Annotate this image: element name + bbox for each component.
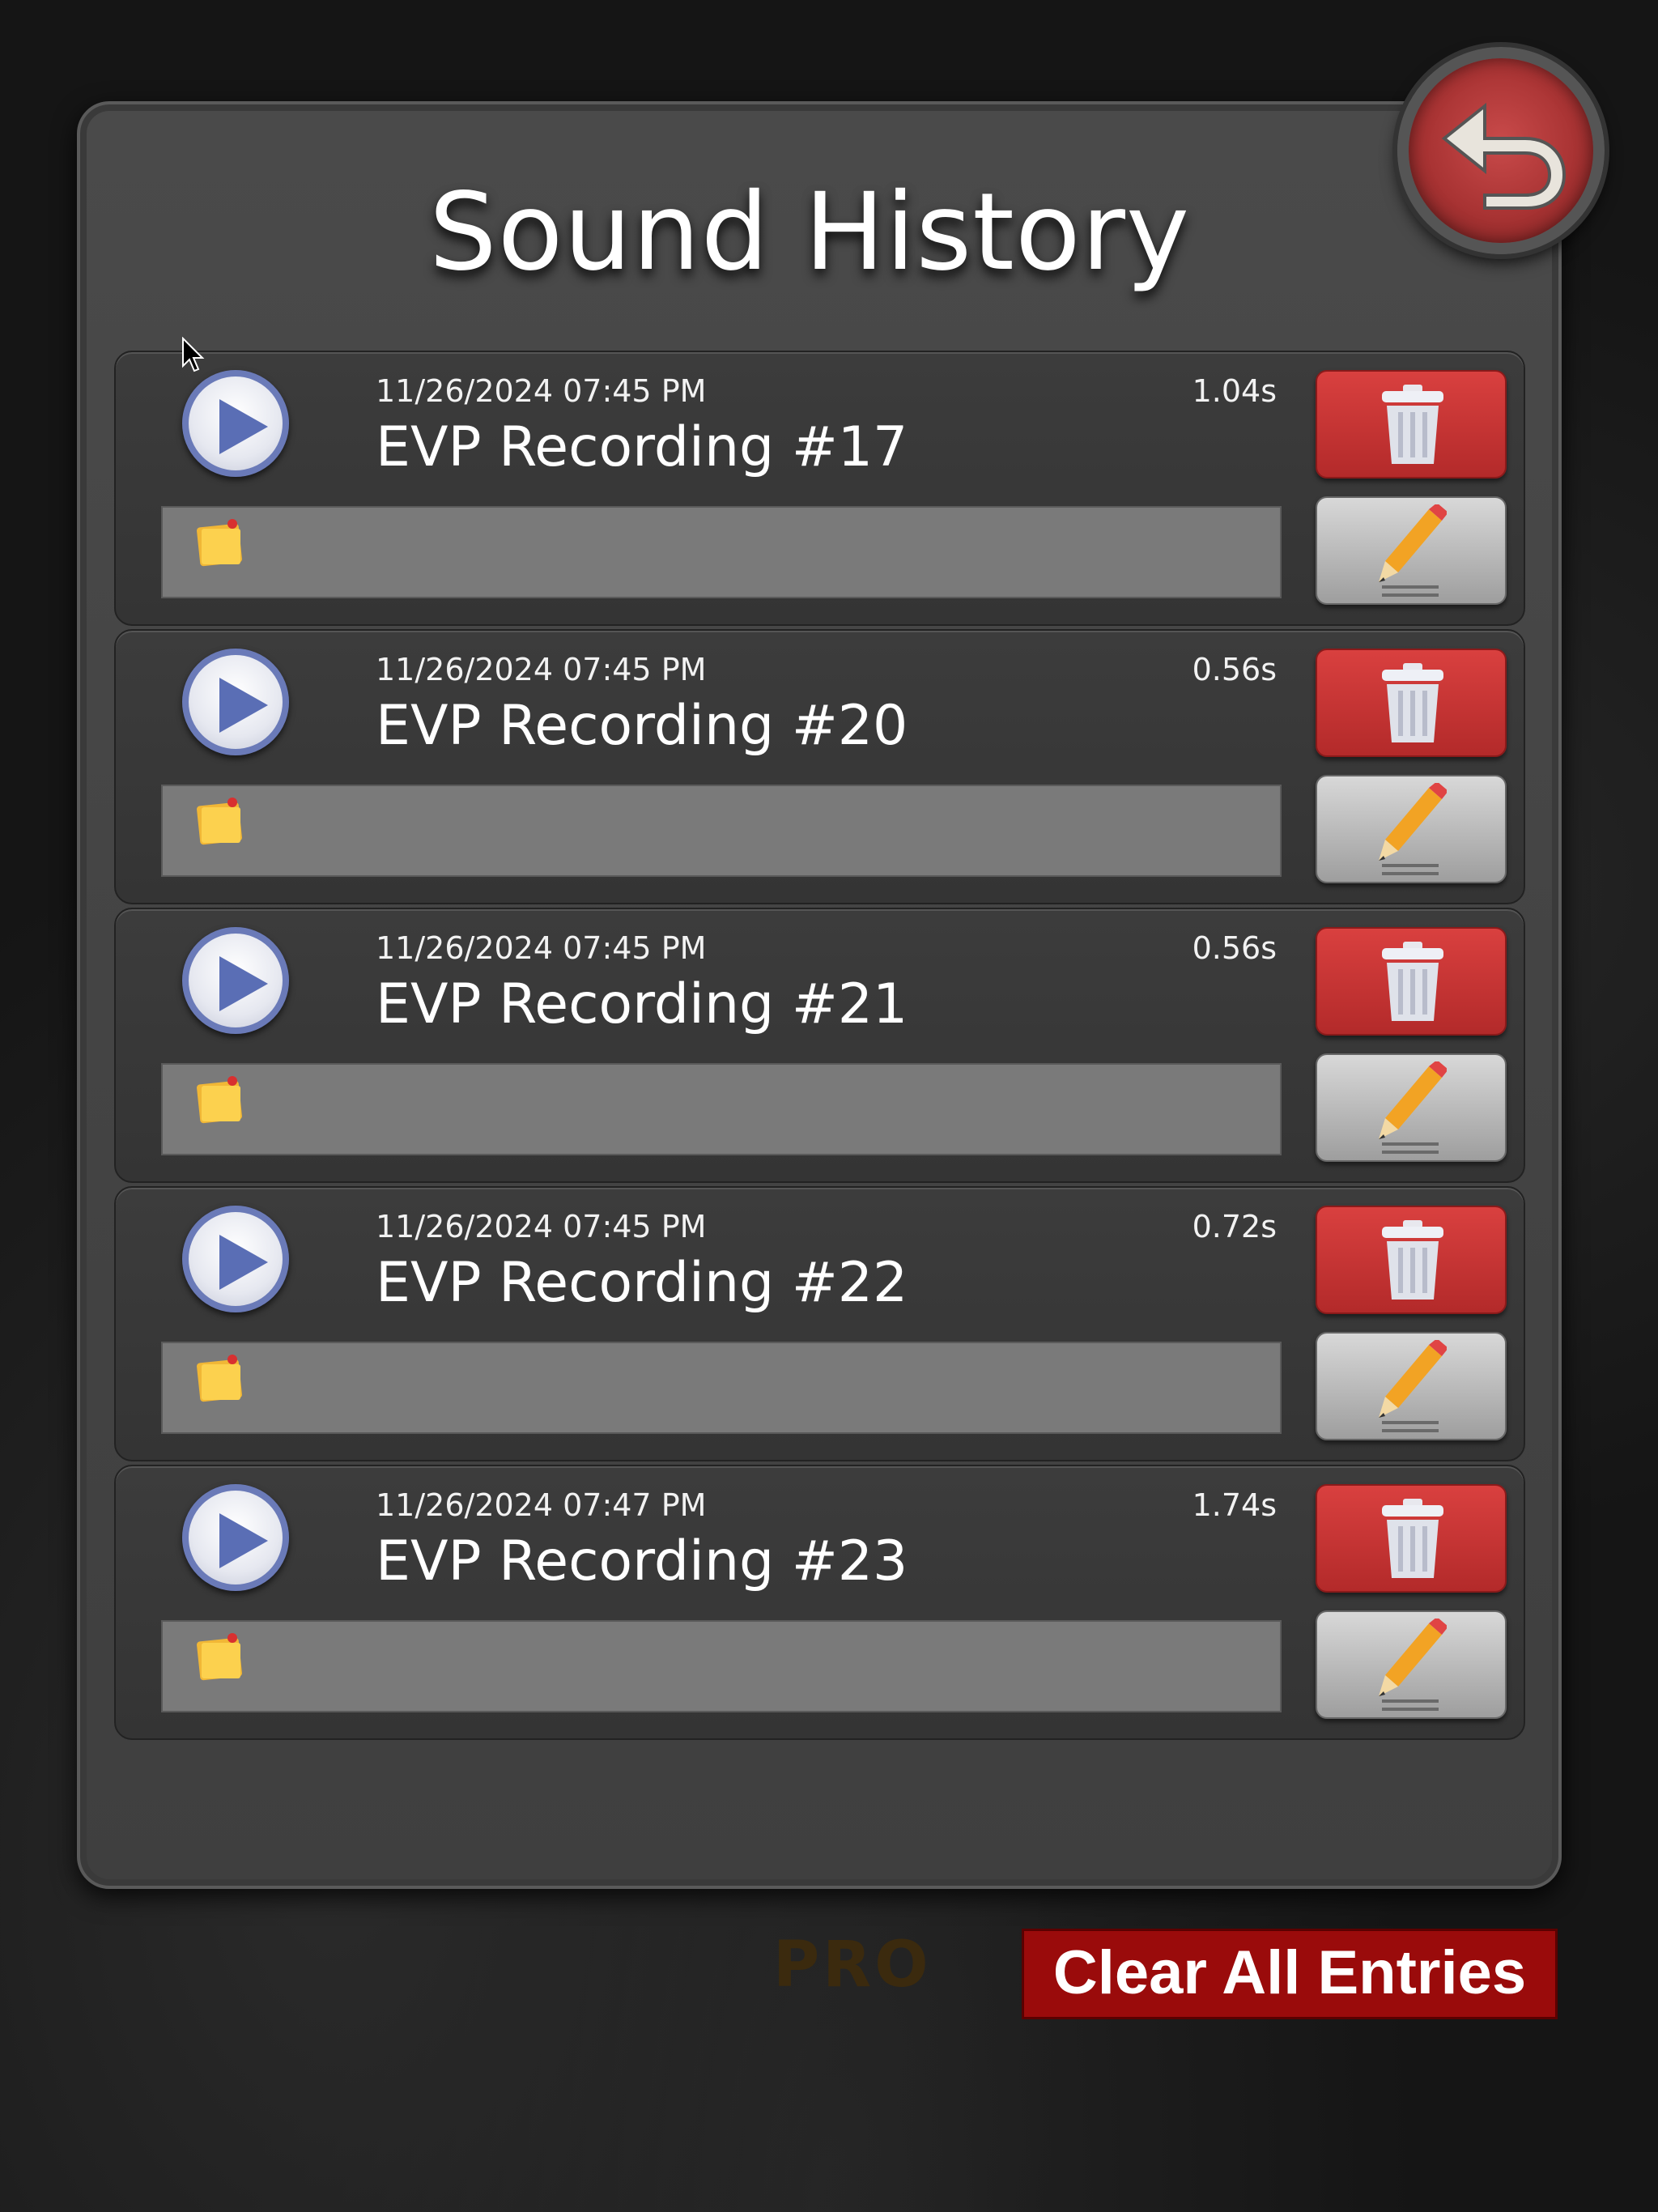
- trash-icon: [1382, 663, 1443, 742]
- undo-arrow-icon: [1441, 102, 1567, 210]
- clear-all-button[interactable]: Clear All Entries: [1022, 1929, 1558, 2019]
- recording-row: 11/26/2024 07:45 PM 0.72s EVP Recording …: [114, 1186, 1525, 1461]
- recording-name: EVP Recording #17: [376, 415, 908, 479]
- trash-icon: [1382, 1220, 1443, 1300]
- play-icon: [219, 1235, 268, 1290]
- play-icon: [219, 678, 268, 733]
- recording-date: 11/26/2024 07:45 PM: [376, 1209, 707, 1244]
- edit-button[interactable]: [1316, 496, 1507, 605]
- sticky-note-icon: [197, 1076, 242, 1124]
- play-button[interactable]: [182, 1484, 289, 1591]
- sticky-note-icon: [197, 1633, 242, 1681]
- edit-button[interactable]: [1316, 1610, 1507, 1719]
- mouse-cursor-icon: [182, 337, 205, 372]
- recording-duration: 0.56s: [1192, 652, 1277, 687]
- play-button[interactable]: [182, 1206, 289, 1312]
- note-field[interactable]: [161, 1620, 1282, 1712]
- play-icon: [219, 1513, 268, 1568]
- sticky-note-icon: [197, 1355, 242, 1402]
- delete-button[interactable]: [1316, 927, 1507, 1036]
- recording-duration: 1.74s: [1192, 1487, 1277, 1523]
- play-button[interactable]: [182, 370, 289, 477]
- play-button[interactable]: [182, 927, 289, 1034]
- play-icon: [219, 956, 268, 1011]
- delete-button[interactable]: [1316, 1206, 1507, 1314]
- recording-name: EVP Recording #23: [376, 1529, 908, 1593]
- pencil-icon: [1379, 783, 1447, 875]
- note-field[interactable]: [161, 785, 1282, 877]
- recording-date: 11/26/2024 07:45 PM: [376, 930, 707, 966]
- recording-name: EVP Recording #21: [376, 972, 908, 1036]
- pencil-icon: [1379, 1340, 1447, 1432]
- trash-icon: [1382, 942, 1443, 1021]
- recording-date: 11/26/2024 07:47 PM: [376, 1487, 707, 1523]
- trash-icon: [1382, 1499, 1443, 1578]
- page-title: Sound History: [428, 170, 1191, 295]
- recording-name: EVP Recording #20: [376, 694, 908, 758]
- recording-date: 11/26/2024 07:45 PM: [376, 373, 707, 409]
- sticky-note-icon: [197, 798, 242, 845]
- pencil-icon: [1379, 504, 1447, 597]
- recording-date: 11/26/2024 07:45 PM: [376, 652, 707, 687]
- edit-button[interactable]: [1316, 1053, 1507, 1162]
- recording-name: EVP Recording #22: [376, 1251, 908, 1315]
- recording-duration: 0.56s: [1192, 930, 1277, 966]
- note-field[interactable]: [161, 1063, 1282, 1155]
- delete-button[interactable]: [1316, 1484, 1507, 1593]
- recording-row: 11/26/2024 07:47 PM 1.74s EVP Recording …: [114, 1465, 1525, 1740]
- recording-duration: 1.04s: [1192, 373, 1277, 409]
- play-icon: [219, 399, 268, 454]
- pencil-icon: [1379, 1619, 1447, 1711]
- note-field[interactable]: [161, 1342, 1282, 1434]
- delete-button[interactable]: [1316, 370, 1507, 479]
- sticky-note-icon: [197, 519, 242, 567]
- pro-label[interactable]: PRO: [773, 1929, 932, 2001]
- edit-button[interactable]: [1316, 775, 1507, 883]
- back-button[interactable]: [1397, 47, 1605, 254]
- note-field[interactable]: [161, 506, 1282, 598]
- recording-row: 11/26/2024 07:45 PM 0.56s EVP Recording …: [114, 629, 1525, 904]
- delete-button[interactable]: [1316, 649, 1507, 757]
- play-button[interactable]: [182, 649, 289, 755]
- recording-duration: 0.72s: [1192, 1209, 1277, 1244]
- trash-icon: [1382, 385, 1443, 464]
- edit-button[interactable]: [1316, 1332, 1507, 1440]
- recording-row: 11/26/2024 07:45 PM 1.04s EVP Recording …: [114, 351, 1525, 626]
- recording-row: 11/26/2024 07:45 PM 0.56s EVP Recording …: [114, 908, 1525, 1183]
- pencil-icon: [1379, 1061, 1447, 1154]
